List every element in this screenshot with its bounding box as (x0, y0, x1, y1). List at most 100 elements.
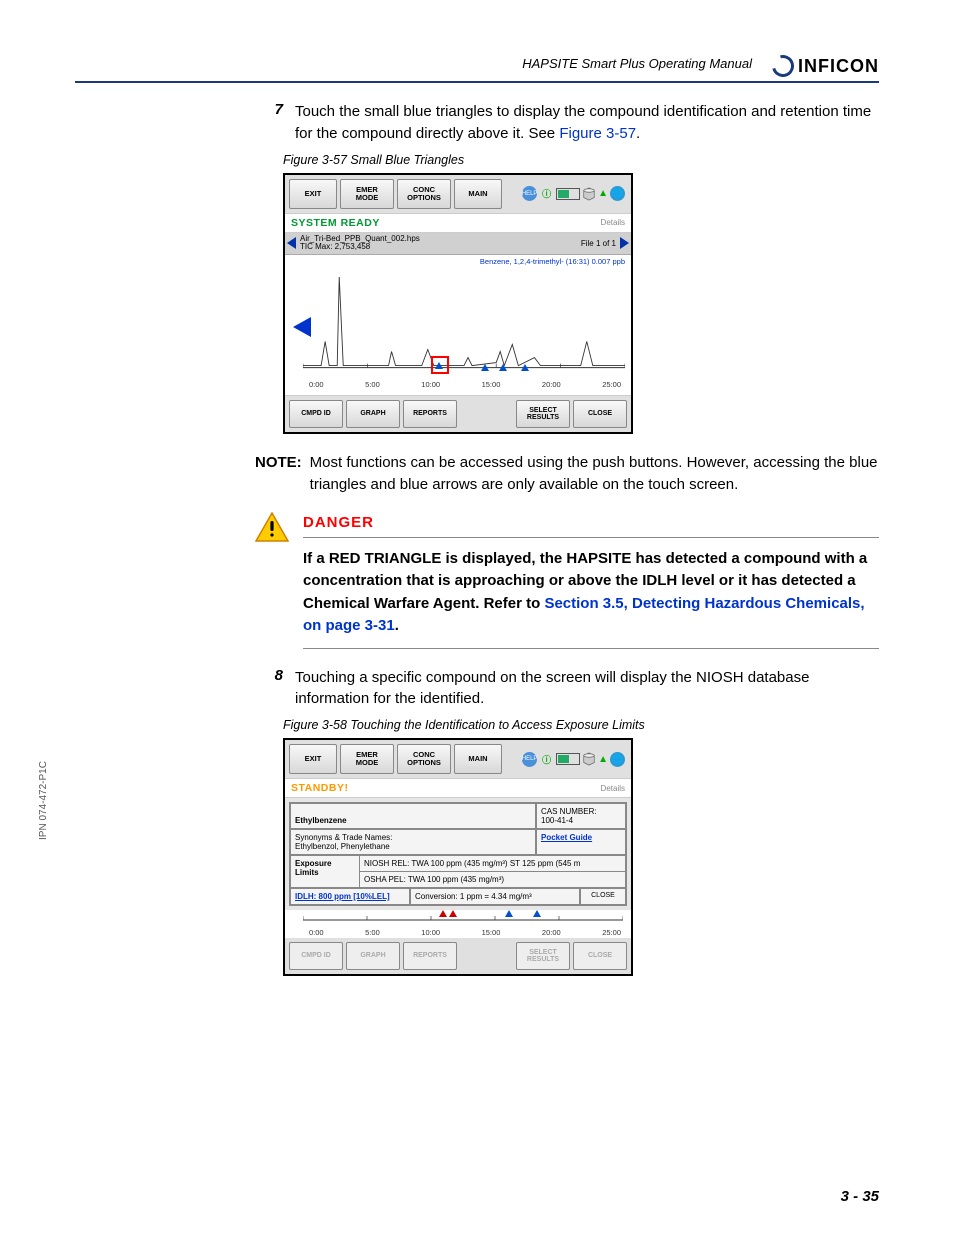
xtick: 10:00 (421, 928, 440, 937)
chromatogram-chart[interactable]: Benzene, 1,2,4-trimethyl- (16:31) 0.007 … (285, 255, 631, 396)
xtick: 5:00 (365, 928, 380, 937)
blue-triangle-icon[interactable] (505, 910, 513, 917)
details-link[interactable]: Details (601, 218, 625, 227)
note-label: NOTE: (255, 452, 310, 496)
close-button: CLOSE (573, 942, 627, 970)
figure-58-caption: Figure 3-58 Touching the Identification … (283, 718, 879, 732)
step-body: Touch the small blue triangles to displa… (295, 101, 879, 145)
xtick: 0:00 (309, 380, 324, 389)
step-number: 8 (255, 667, 295, 711)
pocket-guide-link[interactable]: Pocket Guide (541, 833, 592, 842)
standby-label: STANDBY! (291, 782, 348, 794)
tic-max: TIC Max: 2,753,458 (300, 243, 581, 252)
xtick: 0:00 (309, 928, 324, 937)
logo-icon (768, 51, 798, 81)
cmpd-id-button[interactable]: CMPD ID (289, 400, 343, 428)
xtick: 5:00 (365, 380, 380, 389)
main-button[interactable]: MAIN (454, 744, 502, 774)
cas-number: 100-41-4 (541, 816, 621, 825)
next-file-arrow-icon[interactable] (620, 237, 629, 249)
reports-button[interactable]: REPORTS (403, 400, 457, 428)
xtick: 10:00 (421, 380, 440, 389)
x-axis-ticks: 0:00 5:00 10:00 15:00 20:00 25:00 (309, 380, 621, 389)
divider (303, 648, 879, 649)
note-block: NOTE: Most functions can be accessed usi… (255, 452, 879, 496)
info-icon[interactable]: ⓘ (539, 186, 554, 201)
note-text: Most functions can be accessed using the… (310, 452, 879, 496)
manual-title: HAPSITE Smart Plus Operating Manual (522, 56, 752, 77)
danger-icon (255, 512, 289, 542)
select-results-button[interactable]: SELECT RESULTS (516, 400, 570, 428)
main-button[interactable]: MAIN (454, 179, 502, 209)
status-bar: SYSTEM READY Details (285, 213, 631, 233)
disk-icon (582, 187, 596, 201)
blue-triangle-icon[interactable] (481, 364, 489, 371)
figure-57-caption: Figure 3-57 Small Blue Triangles (283, 153, 879, 167)
pocket-guide-cell[interactable]: Pocket Guide (536, 829, 626, 855)
xtick: 25:00 (602, 928, 621, 937)
danger-text-b: . (395, 617, 399, 634)
close-button[interactable]: CLOSE (573, 400, 627, 428)
ss-bottom-bar: CMPD ID GRAPH REPORTS SELECT RESULTS CLO… (285, 938, 631, 974)
compound-label[interactable]: Benzene, 1,2,4-trimethyl- (16:31) 0.007 … (480, 257, 625, 266)
syn-text: Ethylbenzol, Phenylethane (295, 842, 531, 851)
xtick: 15:00 (482, 380, 501, 389)
emer-mode-button[interactable]: EMER MODE (340, 744, 394, 774)
exposure-label: Exposure Limits (290, 855, 360, 888)
idlh-cell[interactable]: IDLH: 800 ppm [10%LEL] (290, 888, 410, 905)
xtick: 20:00 (542, 928, 561, 937)
emer-mode-button[interactable]: EMER MODE (340, 179, 394, 209)
x-axis-ticks: 0:00 5:00 10:00 15:00 20:00 25:00 (309, 928, 621, 937)
cas-cell: CAS NUMBER: 100-41-4 (536, 803, 626, 829)
conc-options-button[interactable]: CONC OPTIONS (397, 744, 451, 774)
blue-triangle-icon[interactable] (533, 910, 541, 917)
red-triangle-icon[interactable] (449, 910, 457, 917)
info-icon[interactable]: ⓘ (539, 752, 554, 767)
side-ipn: IPN 074-472-P1C (38, 761, 49, 840)
divider (303, 537, 879, 538)
panel-close-button[interactable]: CLOSE (580, 888, 626, 905)
danger-block: DANGER If a RED TRIANGLE is displayed, t… (255, 514, 879, 649)
niosh-rel: NIOSH REL: TWA 100 ppm (435 mg/m³) ST 12… (360, 855, 626, 872)
file-info-bar: Air_Tri-Bed_PPB_Quant_002.hps TIC Max: 2… (285, 233, 631, 256)
figure-link[interactable]: Figure 3-57 (559, 125, 636, 142)
red-highlight-box (431, 356, 449, 374)
signal-icon: ▲ (598, 754, 608, 765)
signal-icon: ▲ (598, 188, 608, 199)
figure-57-screenshot: EXIT EMER MODE CONC OPTIONS MAIN HELP ⓘ … (283, 173, 633, 435)
file-text: Air_Tri-Bed_PPB_Quant_002.hps TIC Max: 2… (300, 235, 581, 253)
blue-triangle-icon[interactable] (521, 364, 529, 371)
graph-button[interactable]: GRAPH (346, 400, 400, 428)
step-body: Touching a specific compound on the scre… (295, 667, 879, 711)
cmpd-id-button: CMPD ID (289, 942, 343, 970)
syn-label: Synonyms & Trade Names: (295, 833, 531, 842)
idlh-link[interactable]: IDLH: 800 ppm [10%LEL] (295, 892, 390, 901)
page-number: 3 - 35 (841, 1188, 879, 1205)
select-results-button: SELECT RESULTS (516, 942, 570, 970)
globe-icon[interactable]: 🌐 (610, 752, 625, 767)
ss-bottom-bar: CMPD ID GRAPH REPORTS SELECT RESULTS CLO… (285, 396, 631, 432)
help-icon[interactable]: HELP (522, 752, 537, 767)
red-triangle-icon[interactable] (439, 910, 447, 917)
compound-info-panel: Ethylbenzene CAS NUMBER: 100-41-4 Synony… (289, 802, 627, 906)
exit-button[interactable]: EXIT (289, 744, 337, 774)
blue-triangle-icon[interactable] (499, 364, 507, 371)
help-icon[interactable]: HELP (522, 186, 537, 201)
disk-icon (582, 752, 596, 766)
brand-logo: INFICON (772, 55, 879, 77)
exit-button[interactable]: EXIT (289, 179, 337, 209)
page-header: HAPSITE Smart Plus Operating Manual INFI… (75, 55, 879, 83)
details-link[interactable]: Details (601, 784, 625, 793)
xtick: 20:00 (542, 380, 561, 389)
conc-options-button[interactable]: CONC OPTIONS (397, 179, 451, 209)
step-7: 7 Touch the small blue triangles to disp… (255, 101, 879, 145)
globe-icon[interactable]: 🌐 (610, 186, 625, 201)
status-bar: STANDBY! Details (285, 778, 631, 798)
file-count: File 1 of 1 (581, 239, 620, 248)
prev-file-arrow-icon[interactable] (287, 237, 296, 249)
blue-triangle-icon[interactable] (435, 362, 443, 369)
xtick: 15:00 (482, 928, 501, 937)
osha-pel: OSHA PEL: TWA 100 ppm (435 mg/m³) (360, 872, 626, 888)
brand-name: INFICON (798, 56, 879, 77)
ss-toolbar: EXIT EMER MODE CONC OPTIONS MAIN HELP ⓘ … (285, 740, 631, 778)
